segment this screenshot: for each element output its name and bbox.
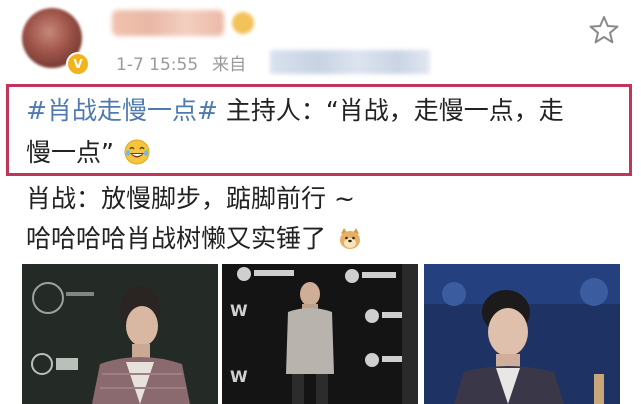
hashtag-link[interactable]: #肖战走慢一点# — [26, 96, 218, 125]
post-text-line-4: 哈哈哈哈肖战树懒又实锤了 — [26, 224, 362, 254]
host-quote-text: 主持人：“肖战，走慢一点，走 — [217, 96, 564, 125]
post-source-label: 来自 — [212, 55, 247, 75]
post-text-line-3: 肖战：放慢脚步，踮脚前行 ~ — [26, 184, 355, 213]
svg-text:W: W — [230, 367, 248, 386]
photo-thumbnail-1[interactable] — [22, 264, 218, 404]
sloth-comment-text: 哈哈哈哈肖战树懒又实锤了 — [26, 224, 327, 253]
post-source-device[interactable] — [270, 50, 430, 74]
post-text-line-2: 慢一点” — [26, 138, 150, 168]
verified-badge-icon: V — [66, 52, 90, 76]
laughing-emoji-icon — [124, 139, 150, 165]
post-meta: 1-7 15:55 来自 — [116, 50, 246, 75]
post-text-line-1: #肖战走慢一点# 主持人：“肖战，走慢一点，走 — [26, 96, 564, 126]
photo-thumbnail-3[interactable] — [424, 264, 620, 404]
host-quote-text-continued: 慢一点” — [26, 138, 114, 167]
username-emoji-icon — [232, 12, 254, 34]
doge-emoji-icon — [339, 228, 360, 249]
post-time: 1-7 15:55 — [116, 55, 199, 75]
username[interactable] — [112, 10, 224, 36]
star-icon[interactable] — [588, 14, 620, 46]
svg-text:W: W — [230, 301, 248, 320]
photo-thumbnail-2[interactable]: W W — [222, 264, 418, 404]
